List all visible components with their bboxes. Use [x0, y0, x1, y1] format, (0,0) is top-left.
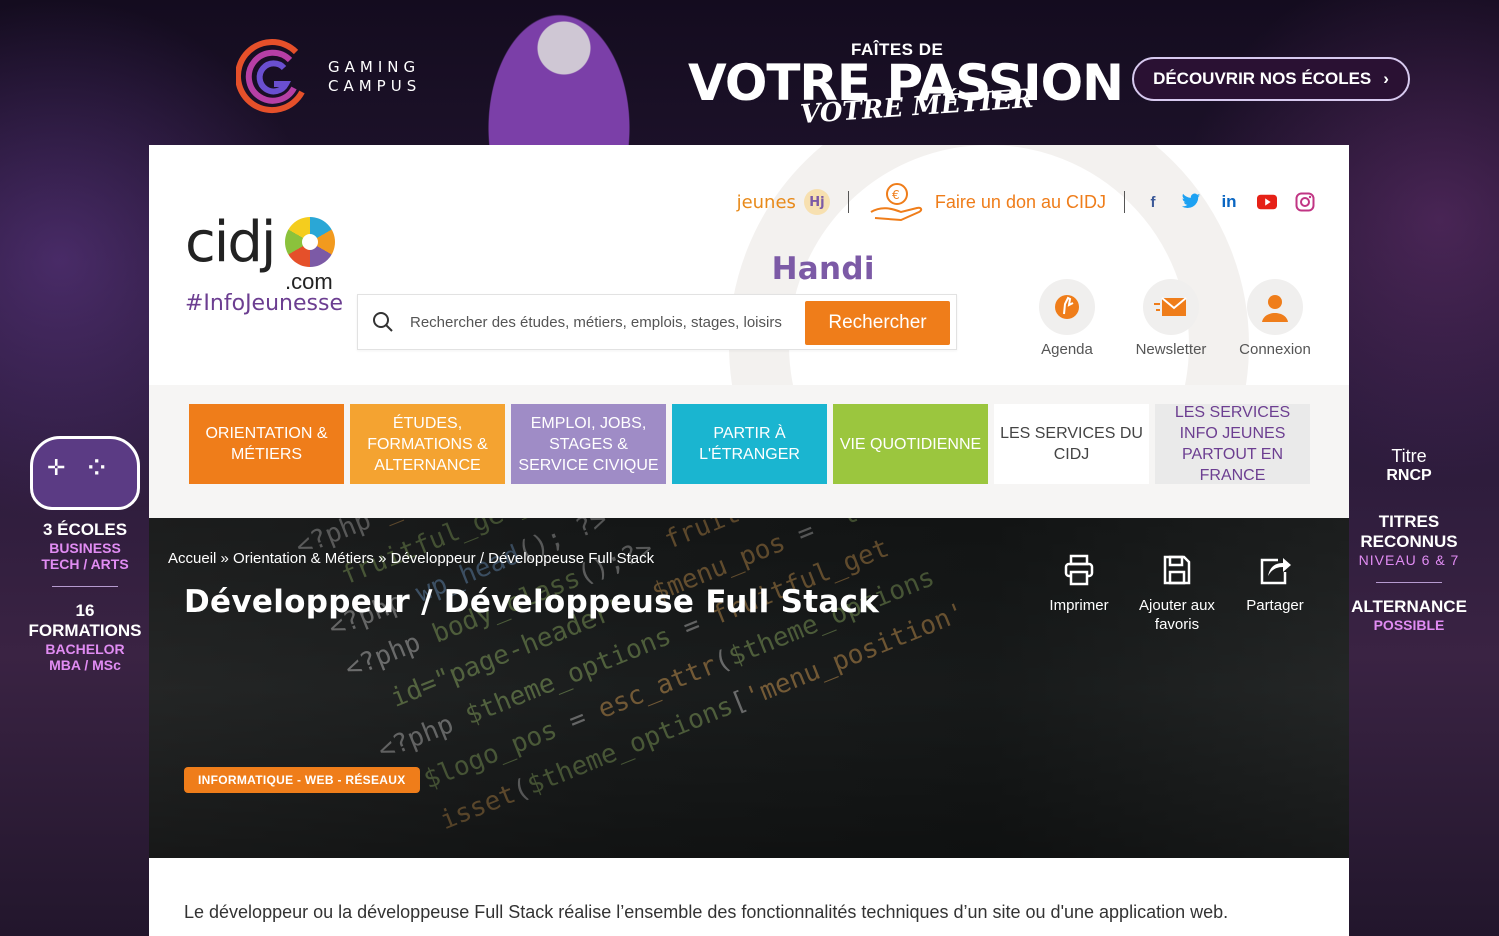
gaming-campus-logo	[236, 39, 305, 114]
cidj-logo[interactable]: cidj .com #InfoJeunesse	[185, 215, 343, 317]
ad-titles: RECONNUS	[1360, 532, 1458, 551]
logo-domain: .com	[285, 269, 333, 294]
badge-line: Titre	[1391, 445, 1427, 466]
facebook-icon[interactable]: f	[1143, 192, 1163, 212]
intro-text: Le développeur ou la développeuse Full S…	[184, 902, 1229, 922]
gaming-campus-wordmark: GAMING CAMPUS	[328, 58, 422, 95]
connexion-link[interactable]: Connexion	[1237, 279, 1313, 358]
search-button[interactable]: Rechercher	[805, 301, 950, 345]
ad-side-left[interactable]: 3 ÉCOLES BUSINESS TECH / ARTS 16 FORMATI…	[10, 430, 160, 673]
page-title: Développeur / Développeuse Full Stack	[184, 584, 880, 620]
search-input[interactable]	[408, 312, 792, 332]
nav-partir-etranger[interactable]: PARTIR À L'ÉTRANGER	[672, 404, 827, 484]
social-links: f in	[1143, 192, 1315, 212]
divider	[847, 191, 849, 213]
badge-line: RNCP	[1386, 466, 1432, 484]
ad-schools-count: 3 ÉCOLES	[42, 520, 128, 539]
ad-cta-label: DÉCOUVRIR NOS ÉCOLES	[1153, 69, 1372, 88]
breadcrumb-separator: »	[373, 550, 391, 567]
nav-etudes-formations[interactable]: ÉTUDES, FORMATIONS & ALTERNANCE	[350, 404, 505, 484]
ad-schools-sub: BUSINESS	[49, 540, 121, 556]
user-icon	[1247, 279, 1303, 335]
divider	[1376, 582, 1442, 583]
ad-banner-top[interactable]: GAMING CAMPUS FAÎTES DE VOTRE PASSION VO…	[0, 0, 1499, 145]
article-actions: Imprimer Ajouter aux favoris Partager	[1039, 550, 1315, 634]
print-button[interactable]: Imprimer	[1039, 550, 1119, 634]
site-search: Rechercher	[357, 294, 957, 350]
nav-orientation-metiers[interactable]: ORIENTATION & MÉTIERS	[189, 404, 344, 484]
article-intro: Le développeur ou la développeuse Full S…	[149, 858, 1349, 936]
handijeunes-logo-icon: Hj	[803, 189, 830, 215]
ad-possible: POSSIBLE	[1373, 617, 1445, 633]
agenda-link[interactable]: Agenda	[1029, 279, 1105, 358]
donation-hand-icon: €	[870, 183, 923, 222]
search-icon	[358, 310, 408, 334]
save-icon	[1131, 550, 1223, 590]
ad-schools-sub: TECH / ARTS	[41, 556, 129, 572]
hand-wave-icon	[1039, 279, 1095, 335]
article-hero: <?php _title( href="<?php fruitful_get_f…	[149, 518, 1349, 858]
site-header: Handi jeunes Hj € Faire un don au CIDJ f …	[149, 145, 1349, 518]
instagram-icon[interactable]	[1295, 192, 1315, 212]
ad-alternance: ALTERNANCE	[1351, 597, 1467, 616]
svg-text:€: €	[892, 188, 900, 202]
share-icon	[1235, 550, 1315, 590]
breadcrumb: Accueil » Orientation & Métiers » Dévelo…	[168, 550, 654, 567]
nav-services-info-jeunes[interactable]: LES SERVICES INFO JEUNES PARTOUT EN FRAN…	[1155, 404, 1310, 484]
cidj-wheel-icon	[285, 217, 335, 267]
handijeunes-label-1: Handi	[771, 251, 875, 287]
ad-formations-sub: BACHELOR	[45, 641, 125, 657]
handijeunes-label-2: jeunes	[736, 191, 796, 213]
game-controller-icon	[30, 436, 140, 510]
user-shortcuts: Agenda Newsletter Connexion	[1029, 279, 1313, 358]
add-favorite-button[interactable]: Ajouter aux favoris	[1131, 550, 1223, 634]
chevron-right-icon: ›	[1383, 69, 1389, 88]
handijeunes-link[interactable]: Handi jeunes Hj	[736, 189, 875, 287]
ad-titles: TITRES	[1378, 512, 1440, 531]
divider	[1124, 191, 1125, 213]
category-tag[interactable]: INFORMATIQUE - WEB - RÉSEAUX	[184, 767, 420, 793]
ad-formations-count: 16	[75, 601, 95, 620]
connexion-label: Connexion	[1239, 341, 1311, 358]
breadcrumb-home[interactable]: Accueil	[168, 550, 216, 567]
breadcrumb-orientation[interactable]: Orientation & Métiers	[233, 550, 374, 567]
favorite-label: Ajouter aux favoris	[1139, 597, 1215, 633]
linkedin-icon[interactable]: in	[1219, 192, 1239, 212]
nav-services-cidj[interactable]: LES SERVICES DU CIDJ	[994, 404, 1149, 484]
donate-label: Faire un don au CIDJ	[934, 191, 1106, 212]
main-navigation: ORIENTATION & MÉTIERS ÉTUDES, FORMATIONS…	[189, 404, 1310, 484]
breadcrumb-current: Développeur / Développeuse Full Stack	[390, 550, 655, 567]
ad-side-right[interactable]: Titre RNCP TITRES RECONNUS NIVEAU 6 & 7 …	[1334, 430, 1484, 634]
ad-vr-headset-image	[484, 8, 634, 145]
share-button[interactable]: Partager	[1235, 550, 1315, 634]
divider	[52, 586, 118, 587]
printer-icon	[1039, 550, 1119, 590]
breadcrumb-separator: »	[216, 550, 234, 567]
ad-formations-sub: MBA / MSc	[49, 657, 121, 673]
newsletter-link[interactable]: Newsletter	[1133, 279, 1209, 358]
youtube-icon[interactable]	[1257, 192, 1277, 212]
nav-vie-quotidienne[interactable]: VIE QUOTIDIENNE	[833, 404, 988, 484]
ad-discover-schools-button[interactable]: DÉCOUVRIR NOS ÉCOLES ›	[1132, 57, 1410, 101]
nav-emploi-jobs[interactable]: EMPLOI, JOBS, STAGES & SERVICE CIVIQUE	[511, 404, 666, 484]
laurel-badge: Titre RNCP	[1354, 430, 1464, 500]
header-top-links: Handi jeunes Hj € Faire un don au CIDJ f …	[736, 182, 1315, 287]
ad-level: NIVEAU 6 & 7	[1358, 552, 1460, 568]
envelope-icon	[1143, 279, 1199, 335]
donate-link[interactable]: € Faire un don au CIDJ	[867, 182, 1106, 222]
newsletter-label: Newsletter	[1135, 341, 1207, 358]
print-label: Imprimer	[1049, 597, 1109, 614]
agenda-label: Agenda	[1041, 341, 1093, 358]
share-label: Partager	[1246, 597, 1304, 614]
twitter-icon[interactable]	[1181, 192, 1201, 212]
ad-formations-label: FORMATIONS	[28, 621, 142, 640]
